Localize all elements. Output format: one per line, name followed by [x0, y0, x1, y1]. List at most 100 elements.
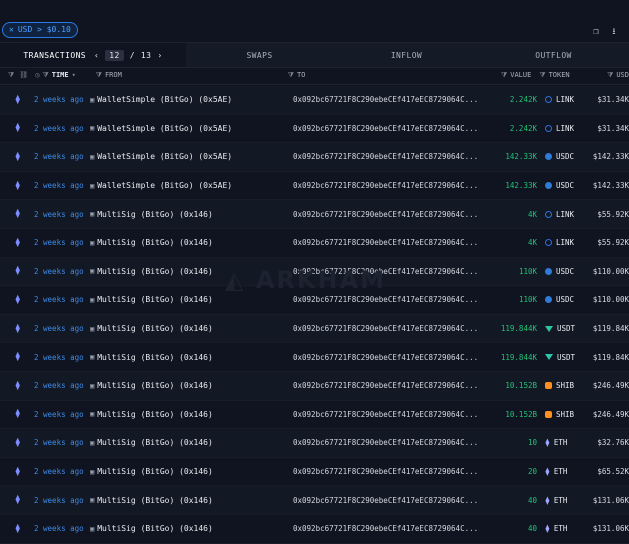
to-address[interactable]: 0x092bc67721F8C290ebeCEf417eEC8729064C..…	[287, 95, 492, 104]
table-row[interactable]: ⧫ 2 weeks ago ▣ MultiSig (BitGo) (0x146)…	[0, 343, 629, 372]
table-row[interactable]: ⧫ 2 weeks ago ▣ MultiSig (BitGo) (0x146)…	[0, 401, 629, 430]
from-address[interactable]: ▣ MultiSig (BitGo) (0x146)	[90, 381, 287, 390]
copy-icon[interactable]: ❐	[591, 27, 601, 37]
time-link[interactable]: 2 weeks ago	[28, 210, 90, 219]
to-address[interactable]: 0x092bc67721F8C290ebeCEf417eEC8729064C..…	[287, 152, 492, 161]
column-time[interactable]: ◷ ⧩ TIME ▾	[35, 71, 95, 80]
table-row[interactable]: ⧫ 2 weeks ago ▣ WalletSimple (BitGo) (0x…	[0, 172, 629, 201]
token-cell[interactable]: USDT	[537, 353, 587, 362]
from-address[interactable]: ▣ MultiSig (BitGo) (0x146)	[90, 324, 287, 333]
to-address[interactable]: 0x092bc67721F8C290ebeCEf417eEC8729064C..…	[287, 124, 492, 133]
filter-icon[interactable]: ⧩	[288, 71, 294, 80]
column-value[interactable]: ⧩ VALUE	[487, 71, 531, 80]
table-row[interactable]: ⧫ 2 weeks ago ▣ MultiSig (BitGo) (0x146)…	[0, 371, 629, 401]
table-row[interactable]: ⧫ 2 weeks ago ▣ MultiSig (BitGo) (0x146)…	[0, 257, 629, 287]
from-address[interactable]: ▣ MultiSig (BitGo) (0x146)	[90, 267, 287, 276]
table-row[interactable]: ⧫ 2 weeks ago ▣ MultiSig (BitGo) (0x146)…	[0, 486, 629, 515]
time-link[interactable]: 2 weeks ago	[28, 496, 90, 505]
time-link[interactable]: 2 weeks ago	[28, 353, 90, 362]
from-address[interactable]: ▣ MultiSig (BitGo) (0x146)	[90, 438, 287, 447]
token-cell[interactable]: LINK	[537, 210, 587, 219]
to-address[interactable]: 0x092bc67721F8C290ebeCEf417eEC8729064C..…	[287, 467, 492, 476]
table-row[interactable]: ⧫ 2 weeks ago ▣ WalletSimple (BitGo) (0x…	[0, 143, 629, 172]
chevron-left-icon[interactable]: ‹	[94, 51, 99, 60]
time-link[interactable]: 2 weeks ago	[28, 95, 90, 104]
table-row[interactable]: ⧫ 2 weeks ago ▣ WalletSimple (BitGo) (0x…	[0, 115, 629, 144]
token-cell[interactable]: USDC	[537, 181, 587, 190]
from-address[interactable]: ▣ MultiSig (BitGo) (0x146)	[90, 210, 287, 219]
to-address[interactable]: 0x092bc67721F8C290ebeCEf417eEC8729064C..…	[287, 410, 492, 419]
to-address[interactable]: 0x092bc67721F8C290ebeCEf417eEC8729064C..…	[287, 238, 492, 247]
column-token[interactable]: ⧩ TOKEN	[531, 71, 588, 80]
from-address[interactable]: ▣ MultiSig (BitGo) (0x146)	[90, 410, 287, 419]
filter-icon[interactable]: ⧩	[43, 71, 49, 80]
close-icon[interactable]: ✕	[9, 23, 14, 37]
token-cell[interactable]: USDT	[537, 324, 587, 333]
to-address[interactable]: 0x092bc67721F8C290ebeCEf417eEC8729064C..…	[287, 295, 492, 304]
token-cell[interactable]: USDC	[537, 152, 587, 161]
tab-swaps[interactable]: SWAPS	[186, 43, 333, 67]
token-cell[interactable]: LINK	[537, 238, 587, 247]
to-address[interactable]: 0x092bc67721F8C290ebeCEf417eEC8729064C..…	[287, 524, 492, 533]
to-address[interactable]: 0x092bc67721F8C290ebeCEf417eEC8729064C..…	[287, 381, 492, 390]
chevron-right-icon[interactable]: ›	[157, 51, 162, 60]
usd-filter-chip[interactable]: ✕ USD > $0.10	[2, 22, 78, 38]
token-cell[interactable]: ⧫ ETH	[537, 467, 587, 476]
table-row[interactable]: ⧫ 2 weeks ago ▣ MultiSig (BitGo) (0x146)…	[0, 515, 629, 544]
token-cell[interactable]: SHIB	[537, 410, 587, 419]
time-link[interactable]: 2 weeks ago	[28, 124, 90, 133]
link-chain-icon[interactable]: ⛓	[19, 71, 28, 79]
table-row[interactable]: ⧫ 2 weeks ago ▣ MultiSig (BitGo) (0x146)…	[0, 229, 629, 258]
from-address[interactable]: ▣ MultiSig (BitGo) (0x146)	[90, 295, 287, 304]
to-address[interactable]: 0x092bc67721F8C290ebeCEf417eEC8729064C..…	[287, 496, 492, 505]
tab-transactions[interactable]: TRANSACTIONS ‹ 12 / 13 ›	[0, 43, 186, 67]
to-address[interactable]: 0x092bc67721F8C290ebeCEf417eEC8729064C..…	[287, 353, 492, 362]
from-address[interactable]: ▣ WalletSimple (BitGo) (0x5AE)	[90, 124, 287, 133]
tab-outflow[interactable]: OUTFLOW	[480, 43, 627, 67]
time-link[interactable]: 2 weeks ago	[28, 438, 90, 447]
time-link[interactable]: 2 weeks ago	[28, 295, 90, 304]
table-row[interactable]: ⧫ 2 weeks ago ▣ MultiSig (BitGo) (0x146)…	[0, 314, 629, 344]
token-cell[interactable]: ⧫ ETH	[537, 524, 587, 533]
time-link[interactable]: 2 weeks ago	[28, 524, 90, 533]
filter-icon[interactable]: ⧩	[501, 71, 507, 80]
to-address[interactable]: 0x092bc67721F8C290ebeCEf417eEC8729064C..…	[287, 210, 492, 219]
from-address[interactable]: ▣ MultiSig (BitGo) (0x146)	[90, 238, 287, 247]
table-row[interactable]: ⧫ 2 weeks ago ▣ WalletSimple (BitGo) (0x…	[0, 86, 629, 115]
from-address[interactable]: ▣ MultiSig (BitGo) (0x146)	[90, 467, 287, 476]
time-link[interactable]: 2 weeks ago	[28, 381, 90, 390]
from-address[interactable]: ▣ MultiSig (BitGo) (0x146)	[90, 353, 287, 362]
to-address[interactable]: 0x092bc67721F8C290ebeCEf417eEC8729064C..…	[287, 181, 492, 190]
time-link[interactable]: 2 weeks ago	[28, 238, 90, 247]
time-link[interactable]: 2 weeks ago	[28, 152, 90, 161]
to-address[interactable]: 0x092bc67721F8C290ebeCEf417eEC8729064C..…	[287, 267, 492, 276]
column-from[interactable]: ⧩ FROM	[96, 71, 288, 80]
time-link[interactable]: 2 weeks ago	[28, 267, 90, 276]
from-address[interactable]: ▣ WalletSimple (BitGo) (0x5AE)	[90, 181, 287, 190]
tab-inflow[interactable]: INFLOW	[333, 43, 480, 67]
filter-icon[interactable]: ⧩	[8, 71, 14, 80]
token-cell[interactable]: LINK	[537, 95, 587, 104]
to-address[interactable]: 0x092bc67721F8C290ebeCEf417eEC8729064C..…	[287, 438, 492, 447]
token-cell[interactable]: USDC	[537, 267, 587, 276]
filter-icon[interactable]: ⧩	[96, 71, 102, 80]
download-icon[interactable]: ⭳	[609, 27, 619, 37]
column-to[interactable]: ⧩ TO	[288, 71, 488, 80]
token-cell[interactable]: LINK	[537, 124, 587, 133]
column-usd[interactable]: ⧩ USD	[588, 71, 629, 80]
from-address[interactable]: ▣ WalletSimple (BitGo) (0x5AE)	[90, 95, 287, 104]
time-link[interactable]: 2 weeks ago	[28, 467, 90, 476]
table-row[interactable]: ⧫ 2 weeks ago ▣ MultiSig (BitGo) (0x146)…	[0, 286, 629, 315]
table-row[interactable]: ⧫ 2 weeks ago ▣ MultiSig (BitGo) (0x146)…	[0, 458, 629, 487]
table-row[interactable]: ⧫ 2 weeks ago ▣ MultiSig (BitGo) (0x146)…	[0, 200, 629, 229]
token-cell[interactable]: USDC	[537, 295, 587, 304]
from-address[interactable]: ▣ MultiSig (BitGo) (0x146)	[90, 524, 287, 533]
sort-down-icon[interactable]: ▾	[72, 71, 76, 79]
filter-icon[interactable]: ⧩	[539, 71, 545, 80]
time-link[interactable]: 2 weeks ago	[28, 181, 90, 190]
from-address[interactable]: ▣ MultiSig (BitGo) (0x146)	[90, 496, 287, 505]
from-address[interactable]: ▣ WalletSimple (BitGo) (0x5AE)	[90, 152, 287, 161]
table-row[interactable]: ⧫ 2 weeks ago ▣ MultiSig (BitGo) (0x146)…	[0, 429, 629, 458]
time-link[interactable]: 2 weeks ago	[28, 410, 90, 419]
token-cell[interactable]: ⧫ ETH	[537, 496, 587, 505]
